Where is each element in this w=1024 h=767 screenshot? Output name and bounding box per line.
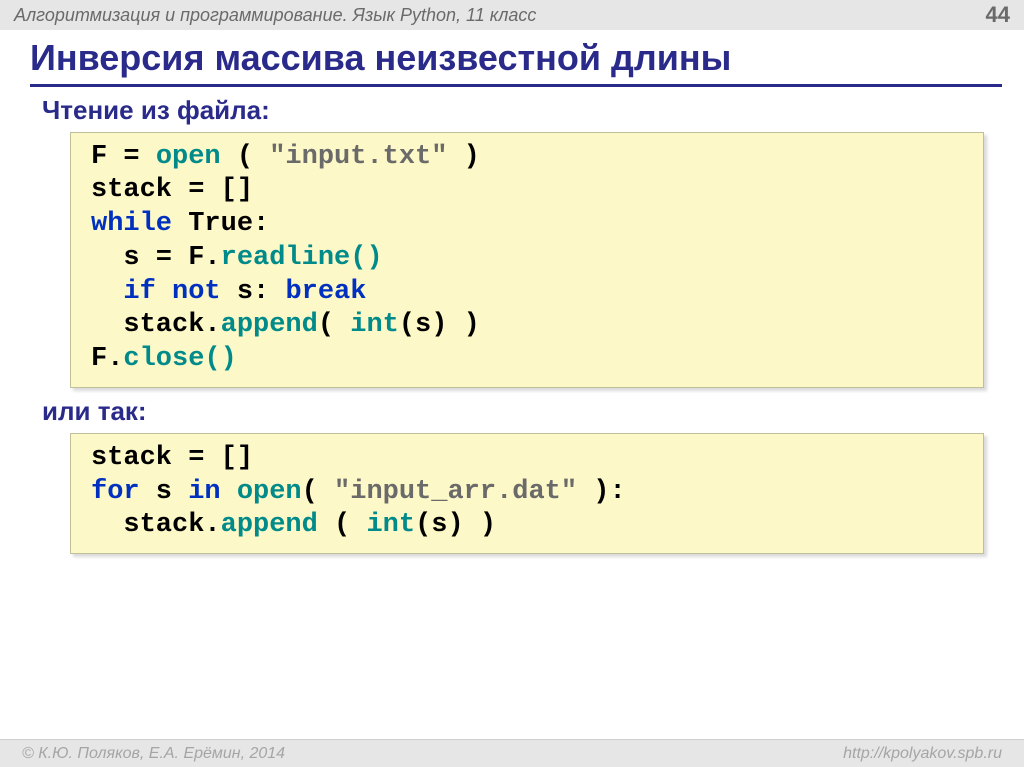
code-block-2: stack = [] for s in open( "input_arr.dat…	[70, 433, 984, 554]
code-text: ):	[577, 477, 626, 507]
code-block-1: F = open ( "input.txt" ) stack = [] whil…	[70, 132, 984, 388]
code-text: True:	[172, 209, 269, 239]
code-keyword: while	[91, 209, 172, 239]
code-func: close()	[123, 344, 236, 374]
code-text: stack = []	[91, 443, 253, 473]
section2-heading: или так:	[42, 396, 1024, 427]
code-text: (	[318, 310, 350, 340]
code-text: (	[302, 477, 334, 507]
code-func: open	[156, 142, 221, 172]
code-text	[91, 277, 123, 307]
code-text: (s) )	[415, 510, 496, 540]
code-text: )	[447, 142, 479, 172]
code-text: stack.	[91, 510, 221, 540]
slide-footer: © К.Ю. Поляков, Е.А. Ерёмин, 2014 http:/…	[0, 739, 1024, 767]
header-subject: Алгоритмизация и программирование. Язык …	[14, 5, 536, 26]
code-func: open	[237, 477, 302, 507]
code-text: F.	[91, 344, 123, 374]
code-func: append	[221, 510, 318, 540]
code-keyword: break	[285, 277, 366, 307]
code-func: readline()	[221, 243, 383, 273]
footer-url: http://kpolyakov.spb.ru	[843, 745, 1002, 763]
code-string: "input.txt"	[269, 142, 447, 172]
code-text: s	[140, 477, 189, 507]
code-func: int	[350, 310, 399, 340]
code-keyword: in	[188, 477, 220, 507]
code-string: "input_arr.dat"	[334, 477, 577, 507]
footer-copyright: © К.Ю. Поляков, Е.А. Ерёмин, 2014	[22, 745, 285, 763]
code-text: (	[221, 142, 270, 172]
code-func: append	[221, 310, 318, 340]
code-text: F =	[91, 142, 156, 172]
code-text	[221, 477, 237, 507]
slide-number: 44	[986, 2, 1010, 28]
slide-header: Алгоритмизация и программирование. Язык …	[0, 0, 1024, 30]
code-text: (	[318, 510, 367, 540]
page-title: Инверсия массива неизвестной длины	[30, 38, 1002, 87]
code-keyword: if not	[123, 277, 220, 307]
section1-heading: Чтение из файла:	[42, 95, 1024, 126]
code-text: stack = []	[91, 175, 253, 205]
code-keyword: for	[91, 477, 140, 507]
code-text: s = F.	[91, 243, 221, 273]
code-func: int	[366, 510, 415, 540]
code-text: s:	[221, 277, 286, 307]
code-text: (s) )	[399, 310, 480, 340]
code-text: stack.	[91, 310, 221, 340]
